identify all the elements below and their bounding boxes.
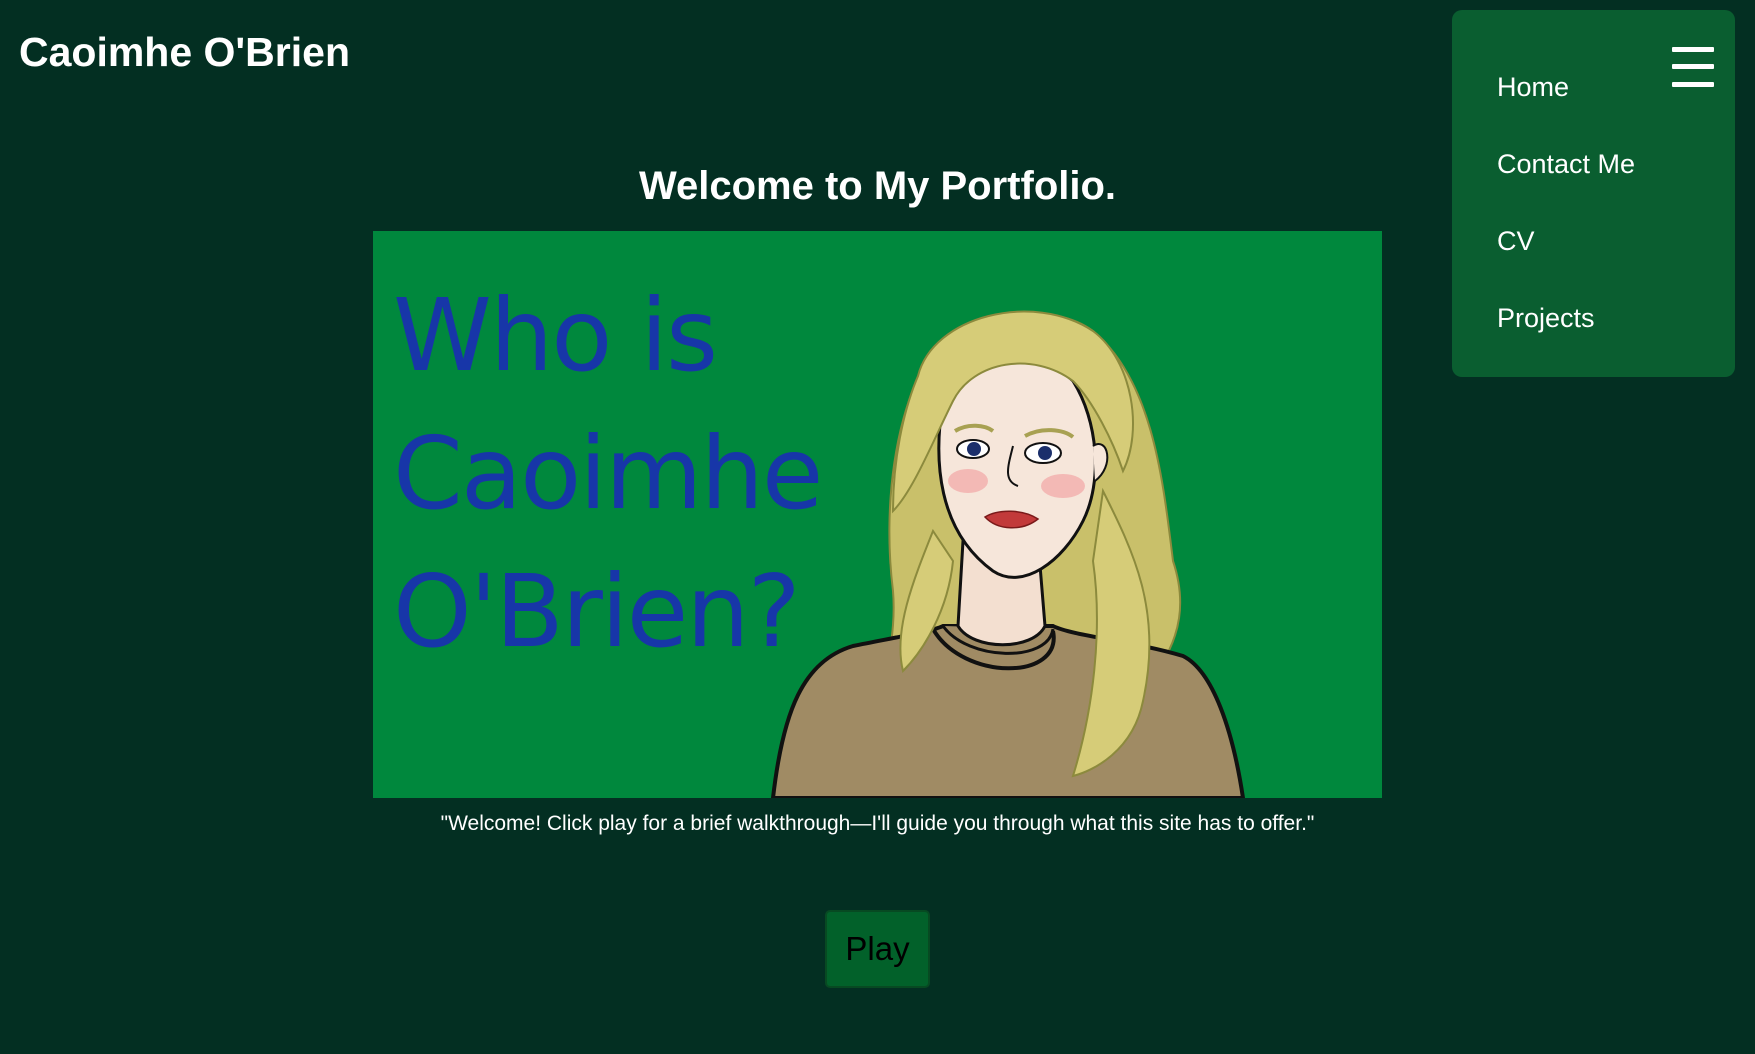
nav-item-home[interactable]: Home <box>1497 70 1569 104</box>
play-button[interactable]: Play <box>825 910 930 988</box>
hero-image: Who is Caoimhe O'Brien? <box>373 231 1382 798</box>
nav-item-projects[interactable]: Projects <box>1497 301 1595 335</box>
hero-title: Who is Caoimhe O'Brien? <box>393 277 823 670</box>
page-heading: Welcome to My Portfolio. <box>638 164 1117 208</box>
nav-item-cv[interactable]: CV <box>1497 224 1535 258</box>
welcome-quote: "Welcome! Click play for a brief walkthr… <box>440 812 1315 835</box>
site-title: Caoimhe O'Brien <box>19 29 350 75</box>
hamburger-menu-icon[interactable] <box>1672 47 1714 89</box>
